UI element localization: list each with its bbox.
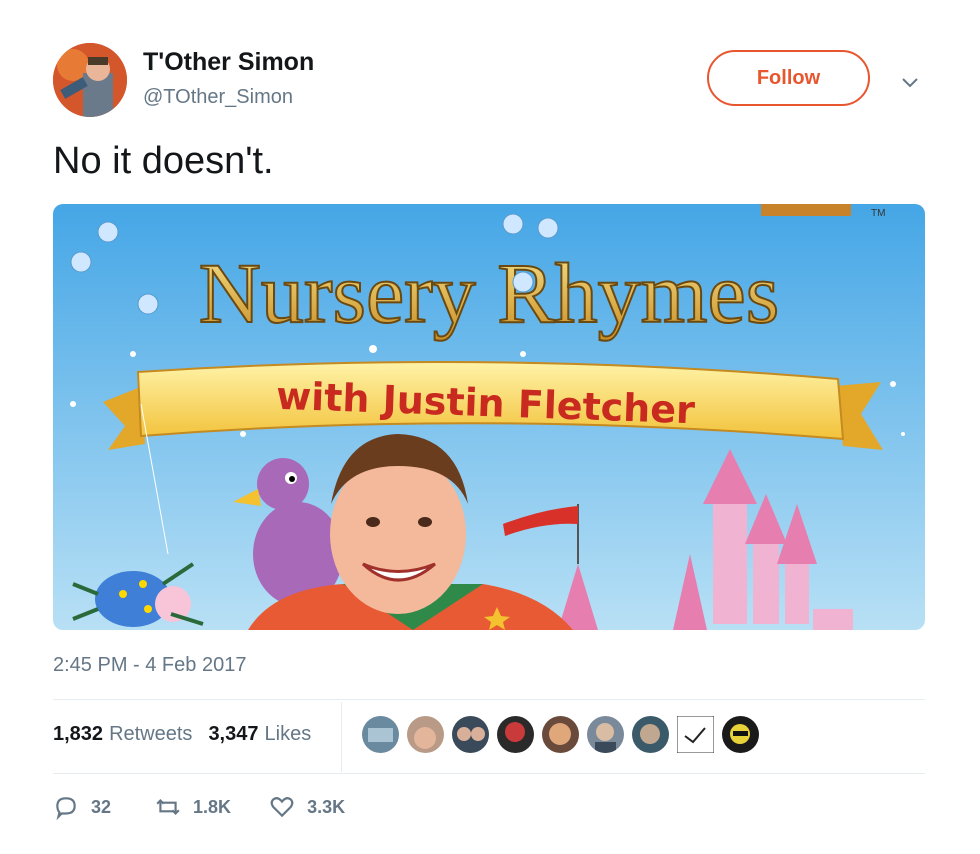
author-handle[interactable]: @TOther_Simon bbox=[143, 86, 293, 109]
tweet-text: No it doesn't. bbox=[53, 140, 274, 182]
liker-avatar[interactable] bbox=[362, 716, 399, 753]
divider bbox=[53, 699, 925, 700]
tweet-stats: 1,832 Retweets 3,347 Likes bbox=[53, 723, 311, 746]
likes-count: 3,347 bbox=[208, 723, 259, 745]
retweet-icon bbox=[156, 798, 180, 816]
liker-avatars bbox=[362, 716, 759, 753]
like-action[interactable]: 3.3K bbox=[269, 794, 345, 820]
retweets-stat[interactable]: 1,832 Retweets bbox=[53, 723, 192, 746]
chevron-down-icon[interactable] bbox=[898, 70, 922, 94]
likes-label: Likes bbox=[264, 723, 312, 745]
retweets-label: Retweets bbox=[109, 723, 193, 745]
liker-avatar[interactable] bbox=[452, 716, 489, 753]
media-title: Nursery Rhymes bbox=[199, 245, 779, 341]
liker-avatar[interactable] bbox=[407, 716, 444, 753]
tweet-actions: 32 1.8K 3.3K bbox=[53, 794, 383, 820]
stats-divider bbox=[341, 702, 342, 772]
author-avatar[interactable] bbox=[53, 43, 127, 117]
liker-avatar[interactable] bbox=[677, 716, 714, 753]
liker-avatar[interactable] bbox=[542, 716, 579, 753]
logo-stub bbox=[761, 204, 851, 216]
likes-stat[interactable]: 3,347 Likes bbox=[208, 723, 311, 746]
retweet-action[interactable]: 1.8K bbox=[155, 794, 231, 820]
liker-avatar[interactable] bbox=[722, 716, 759, 753]
reply-icon bbox=[56, 797, 76, 820]
reply-count: 32 bbox=[91, 796, 112, 817]
heart-icon bbox=[270, 797, 294, 818]
retweets-count: 1,832 bbox=[53, 723, 104, 745]
divider bbox=[53, 773, 925, 774]
tweet-media-image[interactable]: TM Nursery Rhymes with Justin Fletcher bbox=[53, 204, 925, 630]
reply-action[interactable]: 32 bbox=[53, 794, 111, 820]
follow-button[interactable]: Follow bbox=[707, 50, 870, 106]
tweet-timestamp[interactable]: 2:45 PM - 4 Feb 2017 bbox=[53, 654, 246, 677]
retweet-count: 1.8K bbox=[193, 796, 232, 817]
liker-avatar[interactable] bbox=[587, 716, 624, 753]
like-count: 3.3K bbox=[307, 796, 346, 817]
author-name[interactable]: T'Other Simon bbox=[143, 48, 314, 77]
trademark-mark: TM bbox=[871, 208, 885, 219]
liker-avatar[interactable] bbox=[497, 716, 534, 753]
liker-avatar[interactable] bbox=[632, 716, 669, 753]
